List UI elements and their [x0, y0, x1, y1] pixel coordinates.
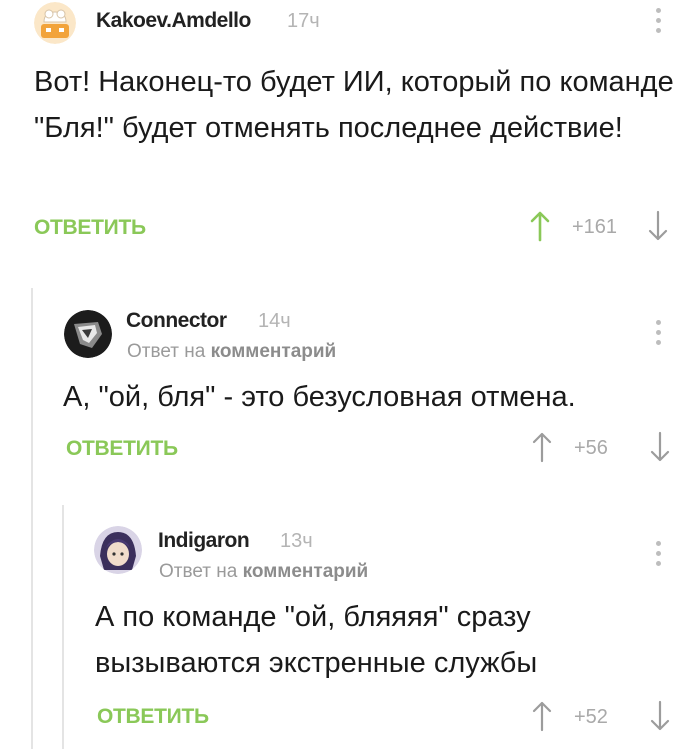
reply-button[interactable]: ОТВЕТИТЬ: [97, 705, 209, 729]
comment-text: А, "ой, бля" - это безусловная отмена.: [63, 381, 576, 413]
avatar[interactable]: [94, 526, 142, 574]
comment-text: Вот! Наконец-то будет ИИ, который по ком…: [34, 66, 674, 144]
arrow-down-icon[interactable]: [650, 700, 670, 732]
arrow-up-icon[interactable]: [532, 431, 552, 463]
reply-prefix: Ответ на: [127, 341, 206, 362]
username[interactable]: Kakoev.Amdello: [96, 9, 251, 33]
more-vertical-icon[interactable]: [656, 320, 662, 350]
avatar[interactable]: [64, 310, 112, 358]
comment-reply: Connector 14ч Ответ на комментарий А, "о…: [32, 288, 700, 488]
arrow-down-icon[interactable]: [650, 431, 670, 463]
comment: Kakoev.Amdello 17ч Вот! Наконец-то будет…: [0, 0, 700, 265]
timestamp: 14ч: [258, 310, 291, 332]
rating: +56: [574, 437, 608, 459]
avatar[interactable]: [34, 2, 76, 44]
rating: +52: [574, 706, 608, 728]
more-vertical-icon[interactable]: [656, 8, 662, 38]
timestamp: 13ч: [280, 530, 313, 552]
rating: +161: [572, 216, 618, 238]
reply-to-info: Ответ на комментарий: [159, 561, 368, 583]
timestamp: 17ч: [287, 10, 320, 32]
more-vertical-icon[interactable]: [656, 541, 662, 571]
comment-thread: Kakoev.Amdello 17ч Вот! Наконец-то будет…: [0, 0, 700, 749]
arrow-up-icon[interactable]: [532, 700, 552, 732]
arrow-up-icon[interactable]: [530, 210, 550, 242]
reply-button[interactable]: ОТВЕТИТЬ: [34, 216, 146, 240]
comment-text: А по команде "ой, бляяяя" сразу вызывают…: [95, 601, 538, 679]
comment-reply-nested: Indigaron 13ч Ответ на комментарий А по …: [62, 505, 700, 749]
reply-prefix: Ответ на: [159, 561, 238, 582]
reply-target-link[interactable]: комментарий: [211, 341, 337, 362]
arrow-down-icon[interactable]: [648, 210, 668, 242]
reply-to-info: Ответ на комментарий: [127, 341, 336, 363]
reply-target-link[interactable]: комментарий: [243, 561, 369, 582]
reply-button[interactable]: ОТВЕТИТЬ: [66, 437, 178, 461]
username[interactable]: Connector: [126, 309, 227, 333]
username[interactable]: Indigaron: [158, 529, 250, 553]
